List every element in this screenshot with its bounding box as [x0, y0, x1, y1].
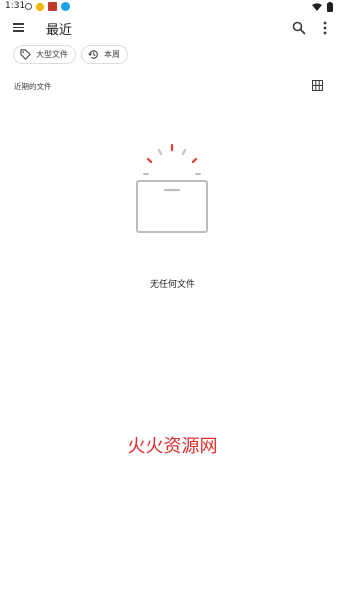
status-bar: 1:31 — [0, 0, 345, 14]
more-vert-icon[interactable] — [318, 20, 332, 36]
status-time: 1:31 — [5, 1, 26, 11]
empty-state-text: 无任何文件 — [149, 280, 195, 290]
chip-large-files[interactable]: 大型文件 — [13, 45, 76, 64]
filter-chips: 大型文件 本周 — [13, 45, 128, 64]
status-left-icons — [25, 2, 70, 11]
recent-files-screen: 1:31 最近 大型文件 本周 近期的文件 无任何文件 火火资源网 — [0, 0, 345, 613]
app-bar: 最近 — [0, 14, 345, 42]
history-icon — [88, 50, 98, 59]
grid-view-icon[interactable] — [312, 80, 323, 91]
hamburger-menu-icon[interactable] — [13, 21, 29, 35]
section-label: 近期的文件 — [14, 82, 52, 91]
weather-sun-icon — [36, 2, 44, 11]
battery-icon — [327, 2, 333, 12]
chip-label: 本周 — [104, 50, 120, 59]
chip-label: 大型文件 — [36, 50, 68, 59]
app-notification-icon — [48, 2, 57, 11]
chip-this-week[interactable]: 本周 — [81, 45, 128, 64]
page-title: 最近 — [46, 23, 73, 38]
watermark-text: 火火资源网 — [127, 436, 218, 457]
alarm-icon — [25, 3, 32, 10]
status-right-icons — [312, 2, 333, 12]
search-icon[interactable] — [291, 20, 307, 36]
blue-app-icon — [61, 2, 70, 11]
empty-folder-icon — [136, 143, 208, 233]
wifi-icon — [312, 3, 322, 11]
tag-icon — [20, 49, 31, 60]
